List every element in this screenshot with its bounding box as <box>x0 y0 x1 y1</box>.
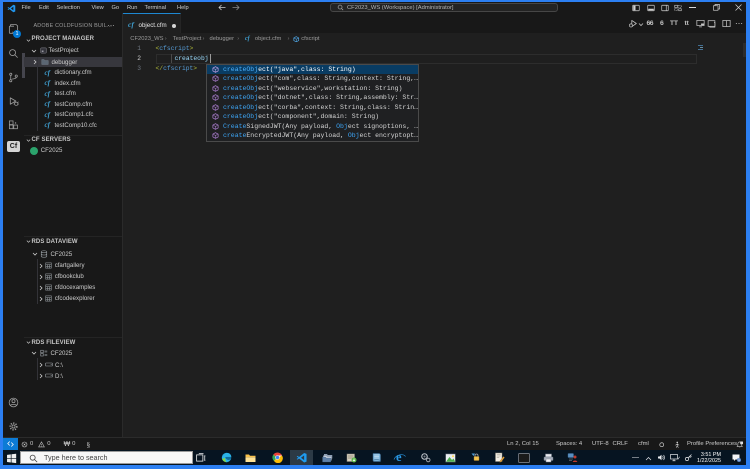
svg-text:1: 1 <box>738 458 740 462</box>
